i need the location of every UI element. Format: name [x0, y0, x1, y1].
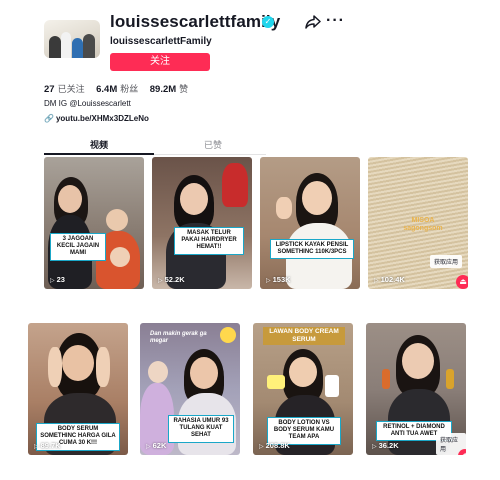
play-icon: ▷	[50, 278, 55, 284]
share-icon[interactable]	[305, 15, 321, 29]
video-thumbnail[interactable]: LAWAN BODY CREAM SERUM BODY LOTION VS BO…	[253, 323, 353, 455]
view-count: ▷ 153K	[266, 275, 291, 284]
video-thumbnail[interactable]: MASAK TELUR PAKAI HAIRDRYER HEMAT!! ▷ 52.…	[152, 157, 252, 289]
avatar[interactable]	[44, 20, 100, 58]
profile-header: louissescarlettfamily ✓ ··· louissescarl…	[0, 0, 500, 130]
view-count: ▷ 23	[50, 275, 65, 284]
follow-button[interactable]: 关注	[110, 53, 210, 71]
view-count-value: 102.4K	[380, 275, 405, 284]
overlay-text: LAWAN BODY CREAM SERUM	[263, 327, 345, 345]
more-options-icon[interactable]: ···	[326, 12, 345, 30]
overlay-text: Dan makin gerak ga megar	[150, 331, 207, 345]
followers-label[interactable]: 粉丝	[120, 84, 138, 94]
likes-label: 赞	[179, 84, 189, 94]
verified-badge-icon: ✓	[262, 16, 274, 28]
play-icon: ▷	[158, 278, 163, 284]
followers-count[interactable]: 6.4M	[96, 84, 117, 95]
view-count-value: 89.7K	[40, 441, 61, 450]
following-label[interactable]: 已关注	[58, 84, 85, 94]
view-count-value: 62K	[152, 441, 167, 450]
video-thumbnail[interactable]: MISOA sagongsom 获取应用 ▷ 102.4K ⏏	[368, 157, 468, 289]
profile-link[interactable]: 🔗 youtu.be/XHMx3DZLeNo	[44, 114, 149, 123]
video-thumbnail[interactable]: RETINOL + DIAMOND ANTI TUA AWET 获取应用 ▷ 36…	[366, 323, 466, 455]
video-thumbnail[interactable]: BODY SERUM SOMETHINC HARGA GILA CUMA 30 …	[28, 323, 128, 455]
view-count-value: 153K	[272, 275, 291, 284]
nickname: louissescarlettFamily	[110, 36, 212, 47]
view-count: ▷ 36.2K	[372, 441, 399, 450]
bio: DM IG @Louissescarlett	[44, 99, 131, 108]
link-icon: 🔗	[44, 114, 54, 123]
profile-stats: 27 已关注 6.4M 粉丝 89.2M 赞	[44, 82, 197, 95]
view-count-value: 52.2K	[164, 275, 185, 284]
video-thumbnail[interactable]: 3 JAGOAN KECIL JAGAIN MAMI ▷ 23	[44, 157, 144, 289]
play-icon: ▷	[34, 444, 39, 450]
video-caption: MASAK TELUR PAKAI HAIRDRYER HEMAT!!	[174, 227, 244, 255]
view-count-value: 36.2K	[378, 441, 399, 450]
video-caption: 3 JAGOAN KECIL JAGAIN MAMI	[50, 233, 106, 261]
video-caption: RAHASIA UMUR 93 TULANG KUAT SEHAT	[168, 415, 234, 443]
username: louissescarlettfamily	[110, 12, 281, 31]
overlay-text: MISOA sagongsom	[403, 217, 443, 233]
play-icon: ▷	[372, 444, 377, 450]
floating-action-icon[interactable]: ⏏	[456, 275, 468, 289]
profile-link-text[interactable]: youtu.be/XHMx3DZLeNo	[56, 114, 149, 123]
tab-liked[interactable]: 已赞	[204, 138, 222, 151]
view-count: ▷ 102.4K	[374, 275, 405, 284]
following-count[interactable]: 27	[44, 84, 55, 95]
view-count: ▷ 62K	[146, 441, 166, 450]
play-icon: ▷	[146, 444, 151, 450]
profile-tabs: 视频 已赞	[44, 138, 266, 156]
view-count: ▷ 89.7K	[34, 441, 61, 450]
video-thumbnail[interactable]: LIPSTICK KAYAK PENSIL SOMETHINC 110K/3PC…	[260, 157, 360, 289]
play-icon: ▷	[259, 444, 264, 450]
get-app-button[interactable]: 获取应用	[430, 255, 463, 268]
video-caption: LIPSTICK KAYAK PENSIL SOMETHINC 110K/3PC…	[270, 239, 354, 260]
view-count: ▷ 208.8K	[259, 441, 290, 450]
view-count: ▷ 52.2K	[158, 275, 185, 284]
video-thumbnail[interactable]: Dan makin gerak ga megar RAHASIA UMUR 93…	[140, 323, 240, 455]
tab-videos[interactable]: 视频	[90, 138, 108, 151]
play-icon: ▷	[266, 278, 271, 284]
view-count-value: 208.8K	[265, 441, 290, 450]
view-count-value: 23	[56, 275, 65, 284]
tab-active-indicator	[44, 153, 154, 155]
play-icon: ▷	[374, 278, 379, 284]
likes-count: 89.2M	[149, 84, 177, 95]
